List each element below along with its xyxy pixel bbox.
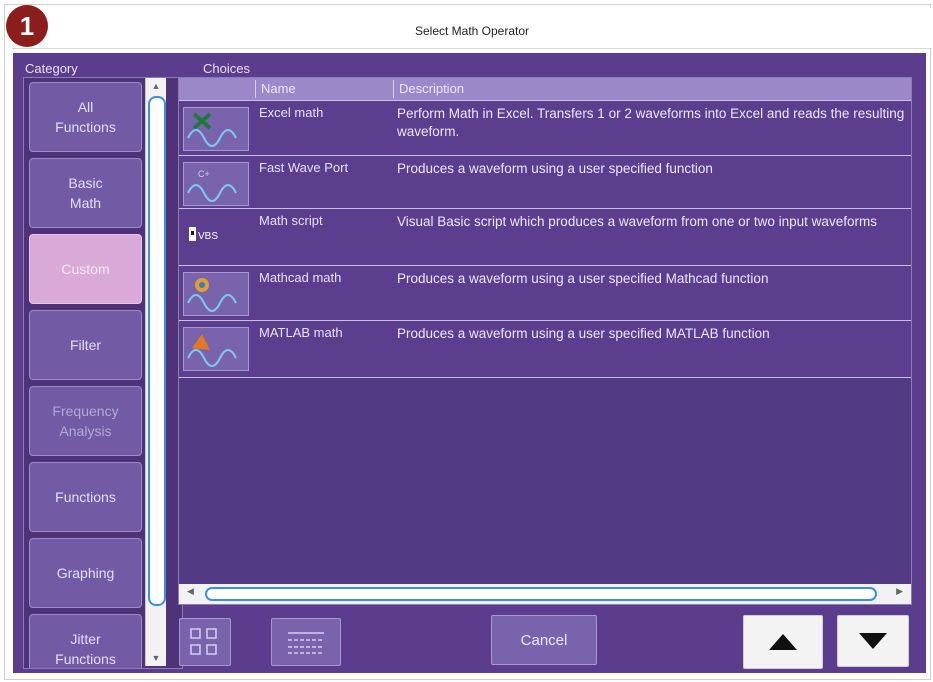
mathcad-waveform-icon [183, 272, 249, 316]
column-header-description: Description [399, 81, 465, 96]
category-header: Category [25, 61, 78, 76]
row-name: Fast Wave Port [259, 160, 349, 175]
category-filter[interactable]: Filter [29, 310, 142, 380]
column-divider [393, 80, 394, 98]
scroll-up-icon[interactable]: ▲ [146, 78, 166, 94]
table-row[interactable]: Mathcad math Produces a waveform using a… [179, 266, 911, 321]
step-badge: 1 [6, 5, 48, 47]
excel-waveform-icon [183, 107, 249, 151]
table-header: Name Description [179, 78, 911, 101]
category-functions[interactable]: Functions [29, 462, 142, 532]
row-description: Visual Basic script which produces a wav… [397, 214, 877, 229]
scroll-down-button[interactable] [837, 615, 909, 667]
down-arrow-icon [859, 633, 887, 649]
choices-header: Choices [203, 61, 250, 76]
category-jitter-functions[interactable]: Jitter Functions [29, 614, 142, 668]
custom-dll-waveform-icon: C+ [183, 162, 249, 206]
category-scroll-thumb[interactable] [148, 96, 166, 606]
row-description: Produces a waveform using a user specifi… [397, 161, 713, 176]
scroll-left-icon[interactable]: ◀ [187, 586, 194, 597]
svg-text:C+: C+ [198, 169, 210, 179]
category-frequency-analysis[interactable]: Frequency Analysis [29, 386, 142, 456]
choices-scroll-thumb[interactable] [205, 587, 877, 601]
list-view-button[interactable] [271, 618, 341, 666]
row-description: Produces a waveform using a user specifi… [397, 326, 770, 341]
category-scrollbar[interactable]: ▲ ▼ [145, 78, 166, 666]
category-all-functions[interactable]: All Functions [29, 82, 142, 152]
row-name: Excel math [259, 105, 324, 120]
table-row[interactable]: MATLAB math Produces a waveform using a … [179, 321, 911, 378]
scroll-down-icon[interactable]: ▼ [146, 650, 166, 666]
column-header-name: Name [261, 81, 296, 96]
category-list: All Functions Basic Math Custom Filter F… [23, 77, 183, 669]
title-bar: Select Math Operator [12, 8, 932, 49]
vbs-script-icon: VBS [183, 215, 249, 259]
row-name: MATLAB math [259, 325, 343, 340]
grid-view-icon [190, 628, 217, 655]
row-description: Perform Math in Excel. Transfers 1 or 2 … [397, 106, 905, 139]
category-graphing[interactable]: Graphing [29, 538, 142, 608]
column-divider [255, 80, 256, 98]
svg-text:VBS: VBS [198, 231, 218, 242]
table-row[interactable]: Excel math Perform Math in Excel. Transf… [179, 101, 911, 156]
math-operator-dialog: Category Choices All Functions Basic Mat… [13, 53, 926, 673]
up-arrow-icon [769, 634, 797, 650]
choices-horizontal-scrollbar[interactable]: ◀ ▶ [179, 584, 911, 604]
icon-view-button[interactable] [179, 618, 231, 666]
row-description: Produces a waveform using a user specifi… [397, 271, 769, 286]
table-row[interactable]: C+ Fast Wave Port Produces a waveform us… [179, 156, 911, 209]
list-view-icon [288, 632, 324, 654]
choices-table: Name Description Excel math Perform Math… [178, 77, 912, 605]
cancel-button[interactable]: Cancel [491, 615, 597, 665]
row-name: Math script [259, 213, 323, 228]
window-title: Select Math Operator [414, 24, 530, 38]
scroll-up-button[interactable] [743, 615, 823, 669]
table-row[interactable]: VBS Math script Visual Basic script whic… [179, 209, 911, 266]
scroll-right-icon[interactable]: ▶ [896, 586, 903, 597]
category-basic-math[interactable]: Basic Math [29, 158, 142, 228]
matlab-waveform-icon [183, 327, 249, 371]
row-name: Mathcad math [259, 270, 342, 285]
category-custom[interactable]: Custom [29, 234, 142, 304]
